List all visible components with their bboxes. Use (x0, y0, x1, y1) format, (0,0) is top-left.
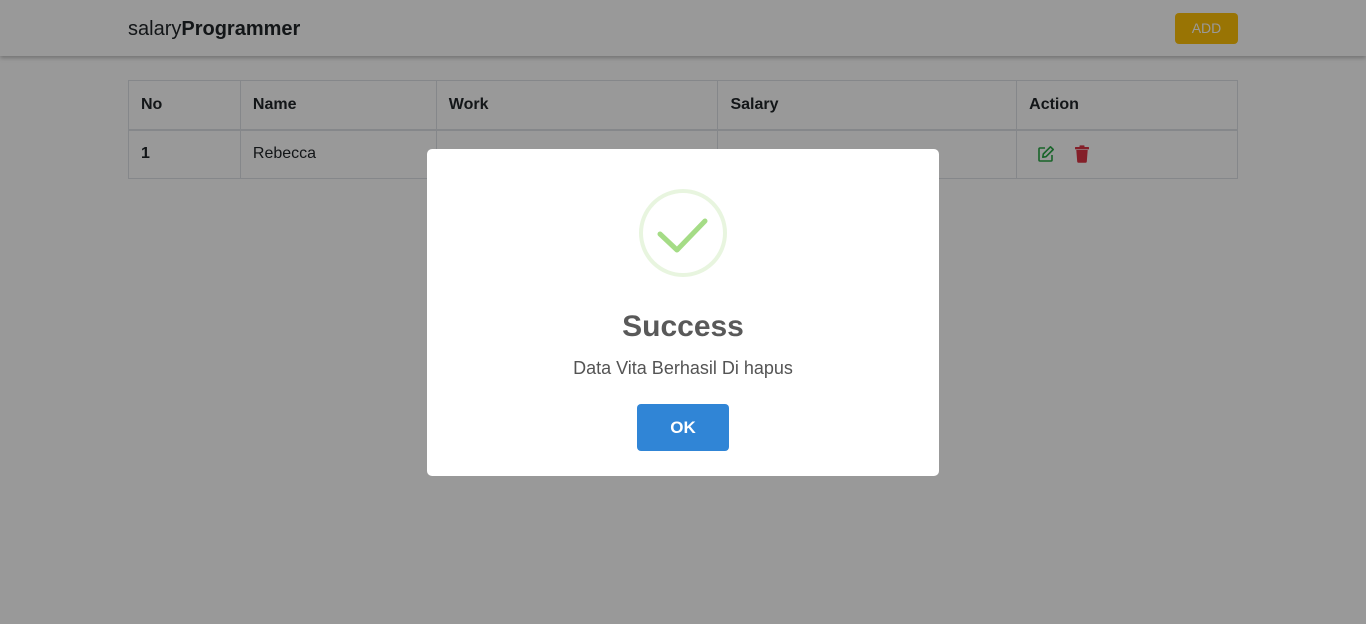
success-check-icon (639, 189, 727, 277)
success-dialog: Success Data Vita Berhasil Di hapus OK (427, 149, 939, 476)
ok-button[interactable]: OK (637, 404, 729, 451)
dialog-title: Success (622, 310, 744, 343)
dialog-message: Data Vita Berhasil Di hapus (573, 358, 793, 378)
